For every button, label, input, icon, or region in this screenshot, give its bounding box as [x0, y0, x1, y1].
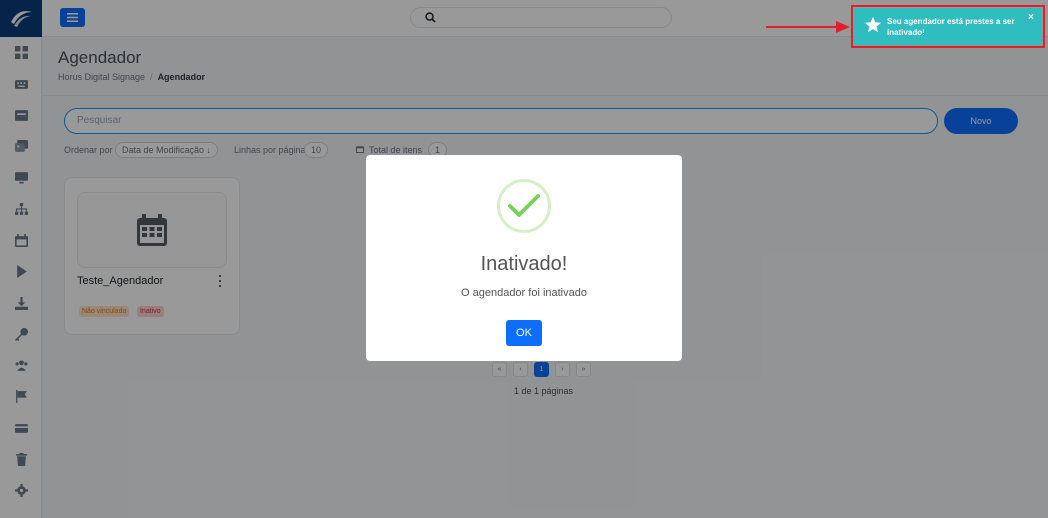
- toast-close-button[interactable]: ×: [1028, 12, 1034, 23]
- dialog-message: O agendador foi inativado: [461, 287, 587, 299]
- ok-button[interactable]: OK: [506, 320, 542, 346]
- toast-message: Seu agendador está prestes a ser inativa…: [887, 17, 1015, 37]
- star-icon: [864, 16, 882, 33]
- success-check-icon: [497, 179, 551, 233]
- success-dialog: Inativado! O agendador foi inativado OK: [366, 155, 682, 361]
- annotation-arrow-icon: [766, 21, 850, 33]
- warning-toast: Seu agendador está prestes a ser inativa…: [854, 8, 1042, 45]
- dialog-title: Inativado!: [480, 253, 568, 275]
